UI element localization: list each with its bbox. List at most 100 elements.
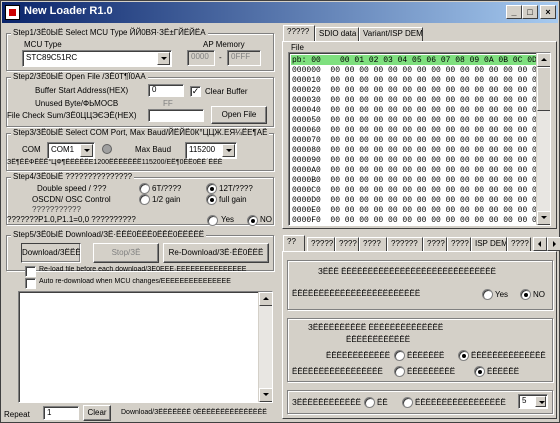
clear-button[interactable]: Clear (83, 405, 111, 421)
maximize-button[interactable]: □ (522, 5, 538, 19)
log-scrollbar[interactable] (258, 292, 272, 402)
chevron-down-icon[interactable] (157, 52, 170, 65)
option3-select[interactable]: 5 (518, 394, 548, 409)
hex-line: 000010 00 00 00 00 00 00 00 00 00 00 00 … (292, 76, 551, 85)
tab-bottom-2[interactable]: ???? (335, 237, 359, 251)
option1-text: ЗЁЁЁ ЁЁЁЁЁЁЁЁЁЁЁЁЁЁЁЁЁЁЁЁЁЁЁЁЁЁЁЁЁ (318, 267, 496, 276)
option3-a-radio[interactable] (364, 397, 375, 408)
open-file-button[interactable]: Open File (211, 106, 267, 124)
osc-full-radio[interactable] (206, 194, 217, 205)
option1-no-label: NO (533, 290, 545, 299)
max-baud-select[interactable]: 115200 (185, 142, 237, 159)
chevron-down-icon[interactable] (80, 144, 93, 157)
osc-full-label: full gain (219, 195, 247, 204)
redownload-button[interactable]: Re-Download/ЗЁ·ЁЁ0ЁЁЁ (163, 243, 269, 263)
stop-button[interactable]: Stop/ЗЁ (93, 243, 159, 263)
com-port-select[interactable]: COM1 (47, 142, 95, 159)
double-speed-label: Double speed / ??? (37, 184, 107, 193)
option2-row1-b-radio[interactable] (458, 350, 469, 361)
scroll-up-icon[interactable] (259, 292, 272, 306)
option1-group: ЗЁЁЁ ЁЁЁЁЁЁЁЁЁЁЁЁЁЁЁЁЁЁЁЁЁЁЁЁЁЁЁЁЁ ЁЁЁЁЁ… (287, 260, 553, 310)
option3-b-radio[interactable] (402, 397, 413, 408)
option2-subtitle: ЁЁЁЁЁЁЁЁЁЁЁЁ (346, 335, 411, 344)
bottom-panel: ЗЁЁЁ ЁЁЁЁЁЁЁЁЁЁЁЁЁЁЁЁЁЁЁЁЁЁЁЁЁЁЁЁЁ ЁЁЁЁЁ… (282, 251, 557, 419)
tab-bottom-5[interactable]: ???? (423, 237, 447, 251)
speed-12t-radio[interactable] (206, 183, 217, 194)
scroll-down-icon[interactable] (537, 211, 550, 225)
tab-top-2[interactable]: Variant/ISP DEMO (359, 27, 423, 41)
file-box-label: File (291, 43, 304, 52)
option1-yes-label: Yes (495, 290, 509, 299)
buffer-start-field[interactable]: 0 (148, 84, 184, 97)
max-baud-value: 115200 (189, 145, 216, 154)
option2-row2-b-label: ЁЁЁЁЁЁ (487, 367, 520, 376)
top-tabs: ????? SDIO data Variant/ISP DEMO (283, 25, 555, 41)
tab-bottom-4[interactable]: ?????? (387, 237, 423, 251)
checksum-field[interactable] (148, 109, 204, 122)
log-area[interactable] (18, 291, 273, 403)
scroll-up-icon[interactable] (537, 53, 550, 67)
reset-no-radio[interactable] (247, 215, 258, 226)
hex-line: 000000 00 00 00 00 00 00 00 00 00 00 00 … (292, 66, 551, 75)
bottom-hint: Download/ЗЁЁЁЁЁЁЁ 0ЁЁЁЁЁЁЁЁЁЁЁЁЁЁЁ (121, 409, 267, 416)
option2-row1-a-radio[interactable] (394, 350, 405, 361)
reset-no-label: NO (260, 215, 272, 224)
chevron-down-icon[interactable] (535, 396, 546, 407)
speed-6t-label: 6T/???? (152, 184, 182, 193)
com-label: COM (22, 145, 41, 154)
tab-bottom-1[interactable]: ????? (307, 237, 335, 251)
option2-row2-b-radio[interactable] (474, 366, 485, 377)
clear-buffer-label: Clear Buffer (205, 87, 248, 96)
option1-question: ЁЁЁЁЁЁЁЁЁЁЁЁЁЁЁЁЁЁЁЁЁЁЁЁ (292, 289, 421, 298)
hex-line: 000060 00 00 00 00 00 00 00 00 00 00 00 … (292, 126, 551, 135)
close-button[interactable]: × (540, 5, 556, 19)
tab-scroll-left-icon[interactable] (533, 237, 547, 251)
hex-line: 000070 00 00 00 00 00 00 00 00 00 00 00 … (292, 136, 551, 145)
option2-row1-b-label: ЁЁЁЁЁЁЁЁЁЁЁЁЁЁ (471, 351, 546, 360)
speed-12t-label: 12T/???? (219, 184, 253, 193)
reset-yes-radio[interactable] (207, 215, 218, 226)
tab-bottom-0[interactable]: ?? (283, 235, 305, 251)
chevron-down-icon[interactable] (222, 144, 235, 157)
option3-b-label: ЁЁЁЁЁЁЁЁЁЁЁЁЁЁЁЁЁ (415, 398, 506, 407)
option2-group: ЗЁЁЁЁЁЁЁЁЁЁ ЁЁЁЁЁЁЁЁЁЁЁЁЁЁ ЁЁЁЁЁЁЁЁЁЁЁЁ … (287, 318, 553, 382)
auto-redownload-checkbox[interactable] (25, 278, 36, 289)
window-title: New Loader R1.0 (24, 5, 113, 17)
option3-a-label: ЁЁ (377, 398, 388, 407)
download-button[interactable]: Download/ЗЁЁЁ (21, 243, 81, 263)
repeat-field[interactable]: 1 (43, 406, 79, 420)
step4-legend: Step4/ЗЁ0ЫЁ ??????????????? (11, 172, 135, 181)
speed-6t-radio[interactable] (139, 183, 150, 194)
option1-yes-radio[interactable] (482, 289, 493, 300)
option2-row2-a-label: ЁЁЁЁЁЁЁЁЁ (407, 367, 456, 376)
osc-half-label: 1/2 gain (152, 195, 181, 204)
hex-view[interactable]: pb: 00 00 01 02 03 04 05 06 07 08 09 0A … (288, 52, 551, 226)
tab-scroll-right-icon[interactable] (547, 237, 560, 251)
repeat-label: Repeat (4, 410, 30, 419)
scroll-down-icon[interactable] (259, 388, 272, 402)
reload-file-checkbox[interactable] (25, 266, 36, 277)
option2-row2-a-radio[interactable] (394, 366, 405, 377)
clear-buffer-checkbox[interactable]: ✓ (190, 86, 201, 97)
tab-bottom-8[interactable]: ???? (507, 237, 531, 251)
osc-half-radio[interactable] (139, 194, 150, 205)
option1-no-radio[interactable] (520, 289, 531, 300)
title-bar[interactable]: New Loader R1.0 _ □ × (2, 2, 558, 23)
step4-group: Step4/ЗЁ0ЫЁ ??????????????? Double speed… (6, 172, 274, 226)
mcu-type-select[interactable]: STC89C51RC (22, 50, 172, 67)
buffer-start-label: Buffer Start Address(HEX) (35, 86, 129, 95)
hex-line: 0000C0 00 00 00 00 00 00 00 00 00 00 00 … (292, 186, 551, 195)
option3-label: ЗЁЁЁЁЁЁЁЁЁЁЁЁ (292, 398, 361, 407)
hex-scrollbar[interactable] (536, 53, 550, 225)
tab-bottom-6[interactable]: ???? (447, 237, 471, 251)
baud-note: ЗЁ¶ЁЁФЁЁЁ°ЦФ¶ЁЁЁЁЁЕ1200ЁЁЁЁЁЁЁ115200/ЕЁ¶… (7, 159, 223, 166)
osc-label: OSCDN/ OSC Control (32, 195, 111, 204)
tab-top-0[interactable]: ????? (283, 25, 315, 41)
tab-bottom-3[interactable]: ???? (359, 237, 387, 251)
tab-top-1[interactable]: SDIO data (315, 27, 359, 41)
tab-bottom-7[interactable]: ISP DEMO (471, 237, 507, 251)
scroll-thumb[interactable] (537, 67, 550, 111)
minimize-button[interactable]: _ (506, 5, 522, 19)
step2-legend: Step2/ЗЁ0ЫЁ Open File /ЗЁ0Т¶Ї0АА (11, 72, 148, 81)
hex-line: 000080 00 00 00 00 00 00 00 00 00 00 00 … (292, 146, 551, 155)
